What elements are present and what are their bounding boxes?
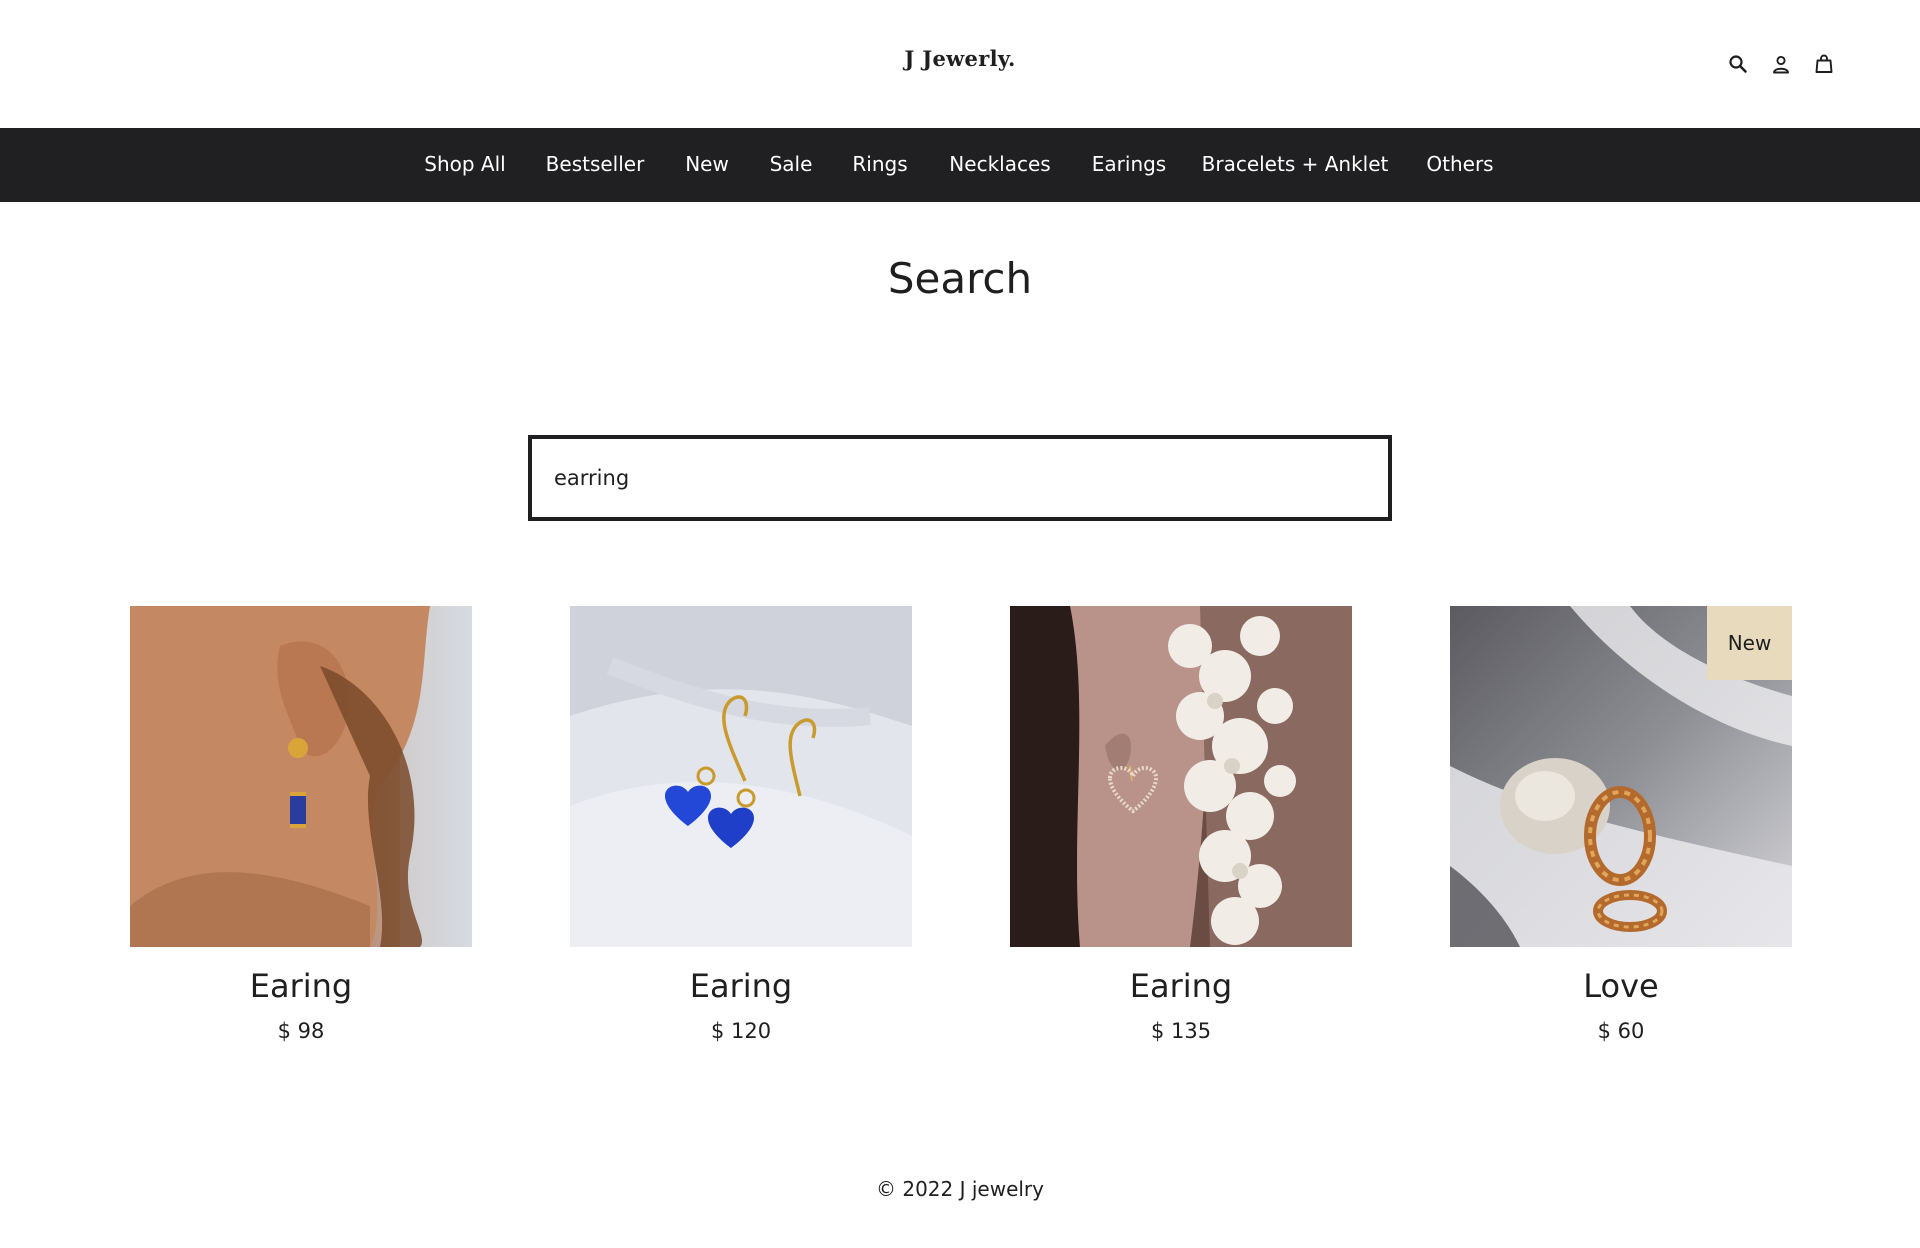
nav-item-bracelets-anklet[interactable]: Bracelets + Anklet xyxy=(1202,152,1389,176)
header-icons xyxy=(0,52,1920,76)
search-icon[interactable] xyxy=(1726,52,1750,76)
product-price: $ 98 xyxy=(277,1019,325,1043)
nav-item-necklaces[interactable]: Necklaces xyxy=(949,152,1050,176)
site-header: J Jewerly. xyxy=(0,0,1920,128)
nav-item-earings[interactable]: Earings xyxy=(1092,152,1166,176)
product-name[interactable]: Earing xyxy=(1010,967,1352,1005)
search-input[interactable] xyxy=(532,439,1388,517)
nav-item-bestseller[interactable]: Bestseller xyxy=(546,152,645,176)
product-name[interactable]: Love xyxy=(1450,967,1792,1005)
search-box xyxy=(528,435,1392,521)
page-title: Search xyxy=(887,254,1033,303)
product-image[interactable] xyxy=(1010,606,1352,947)
product-name[interactable]: Earing xyxy=(570,967,912,1005)
product-image[interactable] xyxy=(570,606,912,947)
product-image[interactable]: New xyxy=(1450,606,1792,947)
product-name[interactable]: Earing xyxy=(130,967,472,1005)
product-price: $ 135 xyxy=(1150,1019,1212,1043)
product-price: $ 60 xyxy=(1597,1019,1645,1043)
product-card[interactable]: Earing $ 98 xyxy=(130,606,472,1043)
product-card[interactable]: Earing $ 120 xyxy=(570,606,912,1043)
product-card[interactable]: Earing $ 135 xyxy=(1010,606,1352,1043)
nav-item-shop-all[interactable]: Shop All xyxy=(424,152,505,176)
nav-item-new[interactable]: New xyxy=(685,152,729,176)
new-badge: New xyxy=(1707,606,1792,680)
nav-item-sale[interactable]: Sale xyxy=(770,152,813,176)
cart-icon[interactable] xyxy=(1812,52,1836,76)
nav-item-rings[interactable]: Rings xyxy=(852,152,907,176)
footer-copyright: © 2022 J jewelry xyxy=(875,1177,1044,1201)
product-price: $ 120 xyxy=(710,1019,772,1043)
nav-item-others[interactable]: Others xyxy=(1426,152,1493,176)
product-image[interactable] xyxy=(130,606,472,947)
account-icon[interactable] xyxy=(1769,52,1793,76)
main-nav: Shop All Bestseller New Sale Rings Neckl… xyxy=(0,128,1920,202)
product-card[interactable]: New Love $ 60 xyxy=(1450,606,1792,1043)
